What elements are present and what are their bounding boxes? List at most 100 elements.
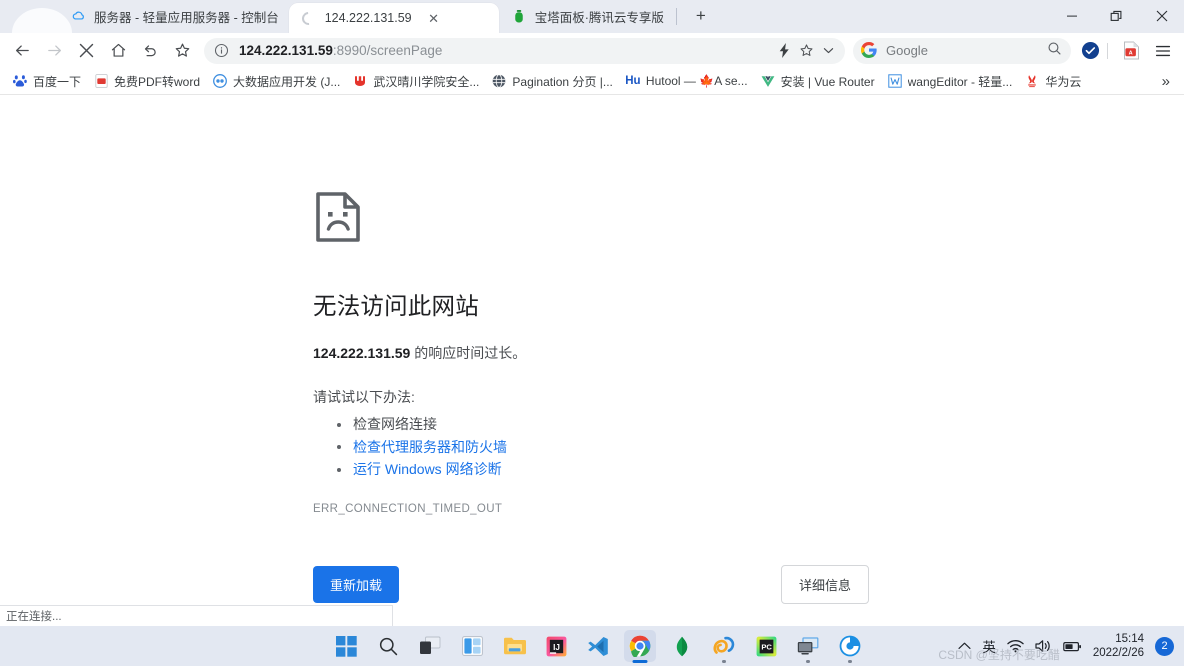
- restore-button[interactable]: [1094, 0, 1139, 32]
- running-indicator: [848, 660, 852, 663]
- bookmark-label: 百度一下: [33, 73, 81, 90]
- taskbar-apps: IJ: [330, 630, 866, 662]
- bookmark-star-button[interactable]: [168, 37, 196, 65]
- navicat-button[interactable]: [708, 630, 740, 662]
- baidu-icon: [12, 73, 28, 89]
- close-button[interactable]: [1139, 0, 1184, 32]
- pdf-extension-icon[interactable]: A: [1118, 38, 1144, 64]
- system-tray: 英 15:14 2022/2/26 2: [958, 632, 1184, 660]
- bookmark-label: 安装 | Vue Router: [781, 73, 875, 90]
- status-text: 正在连接...: [6, 608, 62, 624]
- stop-loading-button[interactable]: [72, 37, 100, 65]
- error-code: ERR_CONNECTION_TIMED_OUT: [313, 503, 913, 515]
- bookmarks-bar: 百度一下 免费PDF转word 大数据应用开发 (J...: [0, 68, 1184, 95]
- suggestions-heading: 请试试以下办法:: [313, 387, 913, 407]
- url-text: 124.222.131.59:8990/screenPage: [239, 43, 773, 58]
- page-title: 无法访问此网站: [313, 287, 913, 321]
- notification-badge[interactable]: 2: [1155, 637, 1174, 656]
- minimize-button[interactable]: [1049, 0, 1094, 32]
- bookmark-bigdata-dev[interactable]: 大数据应用开发 (J...: [206, 70, 346, 93]
- task-view-button[interactable]: [414, 630, 446, 662]
- address-bar[interactable]: 124.222.131.59:8990/screenPage: [204, 38, 845, 64]
- chrome-menu-button[interactable]: [1150, 38, 1176, 64]
- page-content: 无法访问此网站 124.222.131.59 的响应时间过长。 请试试以下办法:…: [0, 95, 1184, 626]
- back-button[interactable]: [8, 37, 36, 65]
- tab-title: 124.222.131.59: [325, 11, 412, 25]
- bt-panel-icon: [511, 9, 527, 25]
- bookmarks-overflow-button[interactable]: »: [1154, 71, 1178, 92]
- bookmark-pdf-to-word[interactable]: 免费PDF转word: [87, 70, 206, 93]
- tab-separator: [676, 8, 677, 25]
- error-subtitle: 124.222.131.59 的响应时间过长。: [313, 343, 913, 363]
- forward-button[interactable]: [40, 37, 68, 65]
- pycharm-button[interactable]: PC: [750, 630, 782, 662]
- details-button[interactable]: 详细信息: [781, 565, 869, 604]
- search-box[interactable]: Google: [853, 38, 1071, 64]
- remote-desktop-button[interactable]: [792, 630, 824, 662]
- suggestion-check-proxy-firewall[interactable]: 检查代理服务器和防火墙: [313, 436, 913, 459]
- file-explorer-button[interactable]: [498, 630, 530, 662]
- bookmark-huawei-cloud[interactable]: 华为云: [1018, 70, 1087, 93]
- clock[interactable]: 15:14 2022/2/26: [1093, 632, 1144, 660]
- info-circle-icon[interactable]: [214, 43, 230, 59]
- tabstrip-drag-area: [715, 0, 1049, 33]
- error-host: 124.222.131.59: [313, 345, 410, 361]
- blue-circle-icon: [212, 73, 228, 89]
- chevron-up-icon[interactable]: [958, 641, 971, 651]
- reload-button[interactable]: 重新加载: [313, 566, 399, 603]
- bookmark-wangeditor[interactable]: wangEditor - 轻量...: [881, 70, 1019, 93]
- huawei-cloud-icon: [1024, 73, 1040, 89]
- clock-time: 15:14: [1093, 632, 1144, 646]
- search-button[interactable]: [372, 630, 404, 662]
- tab-title: 宝塔面板·腾讯云专享版: [535, 7, 664, 26]
- hutool-icon: Hu: [625, 73, 641, 89]
- pdf-icon: [93, 73, 109, 89]
- reload-button[interactable]: [136, 37, 164, 65]
- close-icon[interactable]: ✕: [426, 10, 442, 26]
- lightning-icon[interactable]: [773, 40, 795, 62]
- toolbar-divider: [1107, 43, 1108, 59]
- start-button[interactable]: [330, 630, 362, 662]
- windows-taskbar: IJ: [0, 626, 1184, 666]
- google-chrome-button[interactable]: [624, 630, 656, 662]
- window-controls: [1049, 0, 1184, 33]
- svg-text:PC: PC: [761, 642, 772, 651]
- search-input[interactable]: Google: [886, 43, 1047, 58]
- magnifier-icon[interactable]: [1047, 41, 1062, 61]
- new-tab-button[interactable]: +: [687, 2, 715, 30]
- bookmark-baidu[interactable]: 百度一下: [6, 70, 87, 93]
- sad-page-icon: [313, 191, 365, 243]
- running-indicator: [633, 660, 648, 663]
- bookmark-label: 华为云: [1045, 73, 1081, 90]
- bookmark-label: 免费PDF转word: [114, 73, 200, 90]
- mongodb-button[interactable]: [666, 630, 698, 662]
- widgets-button[interactable]: [456, 630, 488, 662]
- battery-icon[interactable]: [1063, 640, 1082, 653]
- home-button[interactable]: [104, 37, 132, 65]
- tab-error-page[interactable]: 124.222.131.59 ✕: [289, 3, 499, 33]
- bookmark-qingchuan-college[interactable]: 武汉晴川学院安全...: [346, 70, 485, 93]
- ime-indicator[interactable]: 英: [982, 636, 996, 656]
- bookmark-label: Pagination 分页 |...: [512, 73, 613, 90]
- wifi-icon[interactable]: [1007, 639, 1024, 653]
- vs-code-button[interactable]: [582, 630, 614, 662]
- bookmark-vue-router[interactable]: 安装 | Vue Router: [754, 70, 881, 93]
- chevron-down-icon[interactable]: [817, 40, 839, 62]
- svg-text:A: A: [1128, 51, 1132, 57]
- running-indicator: [806, 660, 810, 663]
- tab-tencent-console[interactable]: 服务器 - 轻量应用服务器 - 控制台: [58, 0, 289, 33]
- intellij-idea-button[interactable]: IJ: [540, 630, 572, 662]
- suggestion-run-windows-diagnostics[interactable]: 运行 Windows 网络诊断: [313, 458, 913, 481]
- wps-cloud-button[interactable]: [834, 630, 866, 662]
- bookmark-hutool[interactable]: Hu Hutool — 🍁A se...: [619, 70, 754, 92]
- bookmark-label: 大数据应用开发 (J...: [233, 73, 340, 90]
- bookmark-pagination[interactable]: Pagination 分页 |...: [485, 70, 619, 93]
- tab-bt-panel[interactable]: 宝塔面板·腾讯云专享版: [499, 0, 674, 33]
- tab-title: 服务器 - 轻量应用服务器 - 控制台: [94, 7, 279, 26]
- checkmark-extension-icon[interactable]: [1077, 38, 1103, 64]
- error-button-row: 重新加载 详细信息: [313, 565, 869, 604]
- speaker-icon[interactable]: [1035, 639, 1052, 653]
- star-icon[interactable]: [795, 40, 817, 62]
- tencent-cloud-icon: [70, 9, 86, 25]
- url-host: 124.222.131.59: [239, 43, 333, 58]
